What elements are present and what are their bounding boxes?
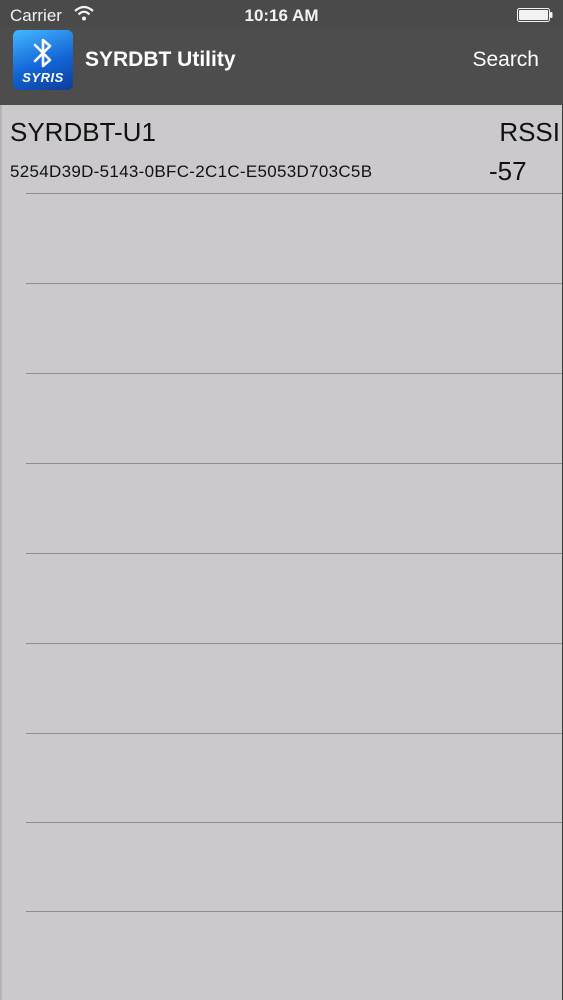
- row-separator: [26, 193, 562, 194]
- rssi-header: RSSI: [499, 117, 560, 147]
- device-uuid: 5254D39D-5143-0BFC-2C1C-E5053D703C5B: [10, 162, 373, 181]
- row-separator: [26, 643, 562, 644]
- row-separator: [26, 733, 562, 734]
- app-logo-brand: SYRIS: [22, 70, 64, 85]
- row-separator: [26, 911, 562, 912]
- rssi-value: -57: [489, 156, 527, 186]
- device-name: SYRDBT-U1: [10, 117, 156, 147]
- device-list: SYRDBT-U1 RSSI 5254D39D-5143-0BFC-2C1C-E…: [0, 105, 562, 1000]
- navigation-bar: SYRIS SYRDBT Utility Search: [0, 28, 563, 105]
- app-logo: SYRIS: [13, 30, 73, 90]
- page-title: SYRDBT Utility: [85, 48, 236, 71]
- battery-icon: [517, 8, 553, 22]
- status-bar: Carrier 10:16 AM: [0, 0, 563, 30]
- row-separator: [26, 822, 562, 823]
- bluetooth-icon: [33, 38, 52, 68]
- search-button[interactable]: Search: [472, 48, 539, 72]
- row-separator: [26, 373, 562, 374]
- row-separator: [26, 463, 562, 464]
- row-separator: [26, 553, 562, 554]
- row-separator: [26, 283, 562, 284]
- status-time: 10:16 AM: [244, 6, 319, 25]
